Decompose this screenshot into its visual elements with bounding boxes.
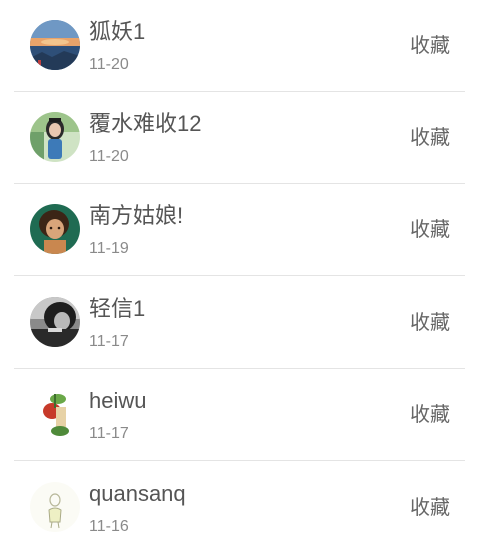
item-date: 11-17 [89, 425, 129, 442]
dark-portrait-avatar [30, 297, 80, 347]
item-date: 11-16 [89, 518, 129, 535]
favorite-button[interactable]: 收藏 [410, 216, 450, 244]
item-date: 11-19 [89, 240, 129, 257]
item-date: 11-17 [89, 333, 129, 350]
user-name: 南方姑娘! [89, 203, 184, 228]
user-name: 狐妖1 [89, 19, 146, 44]
sketch-figure-avatar [30, 482, 80, 532]
sunset-landscape-avatar [30, 20, 80, 70]
favorite-button[interactable]: 收藏 [410, 124, 450, 152]
user-name: heiwu [89, 388, 147, 413]
favorite-button[interactable]: 收藏 [410, 309, 450, 337]
user-name: 轻信1 [89, 296, 146, 321]
user-name: 覆水难收12 [89, 111, 202, 136]
list-item[interactable]: 覆水难收12 11-20 收藏 [14, 92, 465, 184]
avatar[interactable] [30, 20, 80, 70]
favorite-button[interactable]: 收藏 [410, 494, 450, 522]
girl-portrait-avatar [30, 112, 80, 162]
list-item[interactable]: 狐妖1 11-20 收藏 [14, 0, 465, 92]
favorite-button[interactable]: 收藏 [410, 401, 450, 429]
list-item[interactable]: 轻信1 11-17 收藏 [14, 277, 465, 369]
item-date: 11-20 [89, 56, 129, 73]
avatar[interactable] [30, 482, 80, 532]
illustrated-woman-avatar [30, 204, 80, 254]
user-list: 狐妖1 11-20 收藏 覆水难收12 11-20 收藏 南方姑娘! 11-19… [0, 0, 478, 553]
cartoon-plant-avatar [30, 389, 80, 439]
favorite-button[interactable]: 收藏 [410, 32, 450, 60]
list-item[interactable]: quansanq 11-16 收藏 [14, 462, 465, 554]
list-item[interactable]: 南方姑娘! 11-19 收藏 [14, 184, 465, 276]
user-name: quansanq [89, 481, 186, 506]
list-item[interactable]: heiwu 11-17 收藏 [14, 369, 465, 461]
avatar[interactable] [30, 297, 80, 347]
avatar[interactable] [30, 389, 80, 439]
item-date: 11-20 [89, 148, 129, 165]
avatar[interactable] [30, 204, 80, 254]
avatar[interactable] [30, 112, 80, 162]
